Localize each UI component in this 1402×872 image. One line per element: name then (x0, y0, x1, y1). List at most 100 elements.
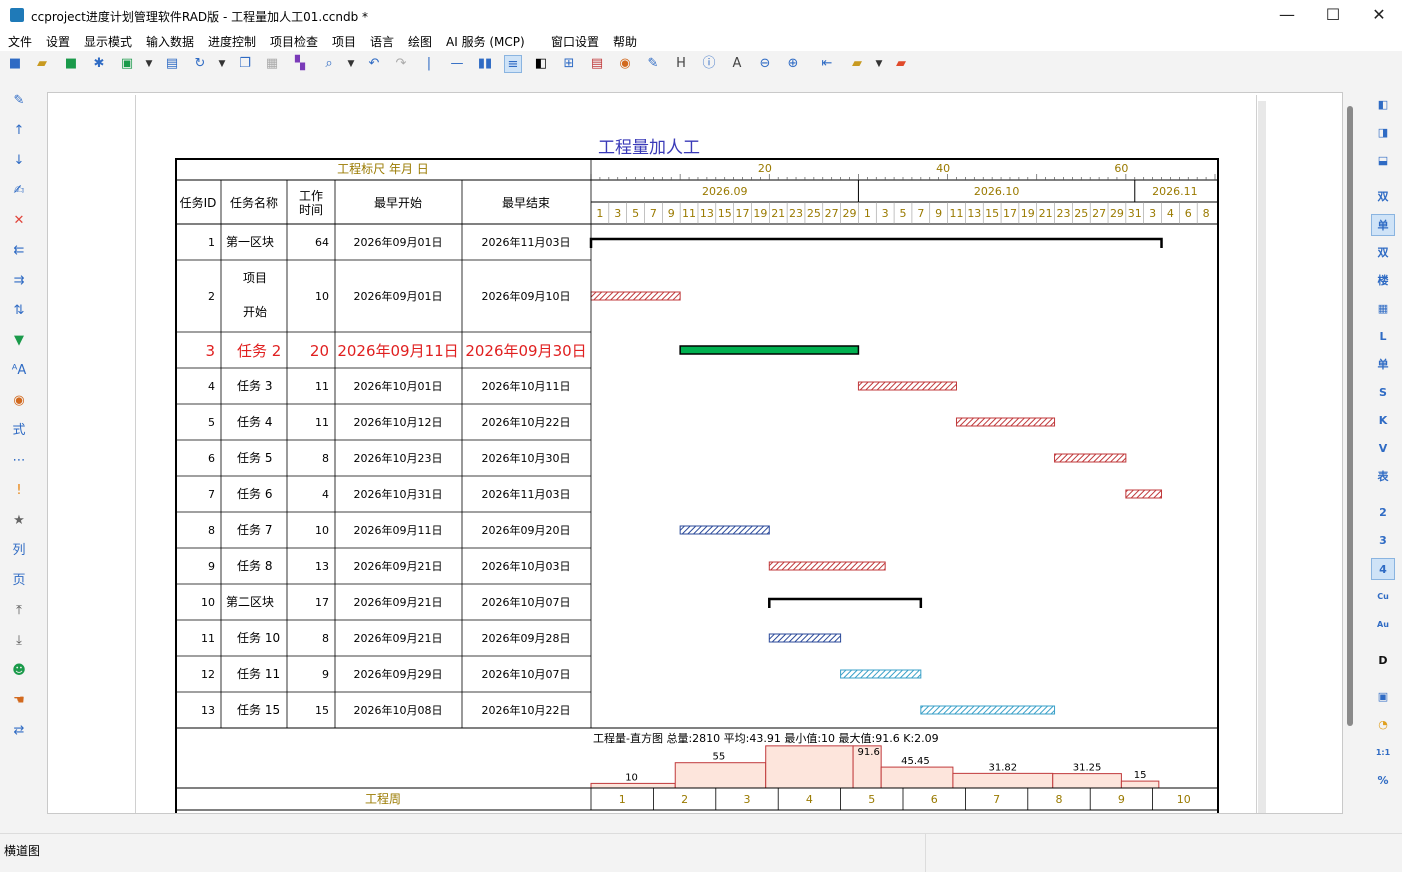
copy-icon[interactable]: ❐ (236, 55, 254, 73)
refresh-dropdown-icon[interactable]: ▼ (213, 55, 231, 73)
scrollbar-thumb[interactable] (1347, 106, 1353, 726)
au-icon[interactable]: Au (1371, 614, 1395, 636)
snowflake-icon[interactable]: ✱ (90, 55, 108, 73)
line-icon[interactable]: — (448, 55, 466, 73)
undo-icon[interactable]: ↶ (365, 55, 383, 73)
menu-window-settings[interactable]: 窗口设置 (551, 33, 599, 50)
gantt-canvas[interactable]: 工程量加人工 工程标尺 年月 日 20 40 60 2026.09 2026.10 2026… (47, 92, 1343, 814)
page-icon[interactable]: 页 (9, 571, 29, 591)
format-painter-icon[interactable]: ▚ (291, 55, 309, 73)
level-4-icon[interactable]: 4 (1371, 558, 1395, 580)
refresh-icon[interactable]: ↻ (191, 55, 209, 73)
outdent-icon[interactable]: ⇇ (9, 241, 29, 261)
comment-icon[interactable]: ◔ (1371, 714, 1395, 736)
font-size-icon[interactable]: ᴬA (9, 361, 29, 381)
gantt-view-icon[interactable]: ≡ (504, 55, 522, 73)
k-icon[interactable]: K (1371, 410, 1395, 432)
double-green-icon[interactable]: 双 (1371, 242, 1395, 264)
formula-icon[interactable]: 式 (9, 421, 29, 441)
network-icon[interactable]: ◧ (532, 55, 550, 73)
warning-icon[interactable]: ! (9, 481, 29, 501)
folder-icon[interactable]: ▰ (848, 55, 866, 73)
move-top-icon[interactable]: ⤒ (9, 601, 29, 621)
users-icon[interactable]: ☻ (9, 661, 29, 681)
edit-doc-icon[interactable]: ✎ (644, 55, 662, 73)
save-icon[interactable]: ■ (62, 55, 80, 73)
menu-project-check[interactable]: 项目检查 (270, 33, 318, 50)
collapse-icon[interactable]: ⇤ (818, 55, 836, 73)
menu-settings[interactable]: 设置 (46, 33, 70, 50)
menu-draw[interactable]: 绘图 (408, 33, 432, 50)
image-icon[interactable]: ▣ (118, 55, 136, 73)
panel-bottom-icon[interactable]: ⬓ (1371, 150, 1395, 172)
report-icon[interactable]: ▤ (588, 55, 606, 73)
calculator-icon[interactable]: ▣ (1371, 686, 1395, 708)
pencil-icon[interactable]: ✎ (9, 91, 29, 111)
cu-icon[interactable]: Cu (1371, 586, 1395, 608)
table-icon[interactable]: ▦ (1371, 298, 1395, 320)
task-id: 10 (201, 596, 215, 609)
open-folder-icon[interactable]: ▰ (33, 55, 51, 73)
palette-icon[interactable]: ◉ (9, 391, 29, 411)
menu-file[interactable]: 文件 (8, 33, 32, 50)
sort-icon[interactable]: ⇅ (9, 301, 29, 321)
palette-icon[interactable]: ◉ (616, 55, 634, 73)
indent-icon[interactable]: ⇉ (9, 271, 29, 291)
table-text-icon[interactable]: 表 (1371, 466, 1395, 488)
swap-icon[interactable]: ⇄ (9, 721, 29, 741)
d-icon[interactable]: D (1371, 650, 1395, 672)
vertical-scrollbar[interactable] (1343, 92, 1357, 814)
zoom-dropdown-icon[interactable]: ▼ (342, 55, 360, 73)
menu-ai-service[interactable]: AI 服务 (MCP) (446, 33, 525, 50)
double-icon[interactable]: 双 (1371, 186, 1395, 208)
move-bottom-icon[interactable]: ⤓ (9, 631, 29, 651)
percent-icon[interactable]: % (1371, 770, 1395, 792)
v-icon[interactable]: V (1371, 438, 1395, 460)
panel-left-icon[interactable]: ◧ (1371, 94, 1395, 116)
menu-help[interactable]: 帮助 (613, 33, 637, 50)
day-label: 19 (753, 207, 767, 220)
layer-icon[interactable]: 楼 (1371, 270, 1395, 292)
menu-project[interactable]: 项目 (332, 33, 356, 50)
redo-icon[interactable]: ↷ (392, 55, 410, 73)
menu-display-mode[interactable]: 显示模式 (84, 33, 132, 50)
maximize-button[interactable]: ☐ (1310, 0, 1356, 30)
info-icon[interactable]: ⓘ (700, 55, 718, 73)
zoom-icon[interactable]: ⌕ (320, 55, 338, 73)
text-icon[interactable]: A (728, 55, 746, 73)
paste-icon[interactable]: ▦ (263, 55, 281, 73)
new-icon[interactable]: ■ (6, 55, 24, 73)
zoom-in-icon[interactable]: ⊕ (784, 55, 802, 73)
panel-right-icon[interactable]: ◨ (1371, 122, 1395, 144)
menu-input-data[interactable]: 输入数据 (146, 33, 194, 50)
menu-progress-control[interactable]: 进度控制 (208, 33, 256, 50)
close-button[interactable]: ✕ (1356, 0, 1402, 30)
hand-icon[interactable]: ☚ (9, 691, 29, 711)
unit-icon[interactable]: 单 (1371, 354, 1395, 376)
dropdown-arrow-icon[interactable]: ▼ (140, 55, 158, 73)
print-icon[interactable]: ▤ (163, 55, 181, 73)
arrow-down-icon[interactable]: ↓ (9, 151, 29, 171)
resource-icon[interactable]: ⊞ (560, 55, 578, 73)
delete-icon[interactable]: ✕ (9, 211, 29, 231)
l-icon[interactable]: L (1371, 326, 1395, 348)
single-view-icon[interactable]: 单 (1371, 214, 1395, 236)
filter-icon[interactable]: ▼ (9, 331, 29, 351)
minimize-button[interactable]: — (1264, 0, 1310, 30)
column-icon[interactable]: 列 (9, 541, 29, 561)
folder-dropdown-icon[interactable]: ▼ (870, 55, 888, 73)
menu-language[interactable]: 语言 (370, 33, 394, 50)
ratio-icon[interactable]: 1:1 (1371, 742, 1395, 764)
heading-icon[interactable]: H (672, 55, 690, 73)
red-folder-icon[interactable]: ▰ (892, 55, 910, 73)
level-2-icon[interactable]: 2 (1371, 502, 1395, 524)
star-icon[interactable]: ★ (9, 511, 29, 531)
s-icon[interactable]: S (1371, 382, 1395, 404)
arrow-up-icon[interactable]: ↑ (9, 121, 29, 141)
edit-icon[interactable]: ✍ (9, 181, 29, 201)
zoom-out-icon[interactable]: ⊖ (756, 55, 774, 73)
bars-icon[interactable]: ▮▮ (476, 55, 494, 73)
dots-icon[interactable]: ⋯ (9, 451, 29, 471)
status-divider (925, 834, 926, 872)
level-3-icon[interactable]: 3 (1371, 530, 1395, 552)
